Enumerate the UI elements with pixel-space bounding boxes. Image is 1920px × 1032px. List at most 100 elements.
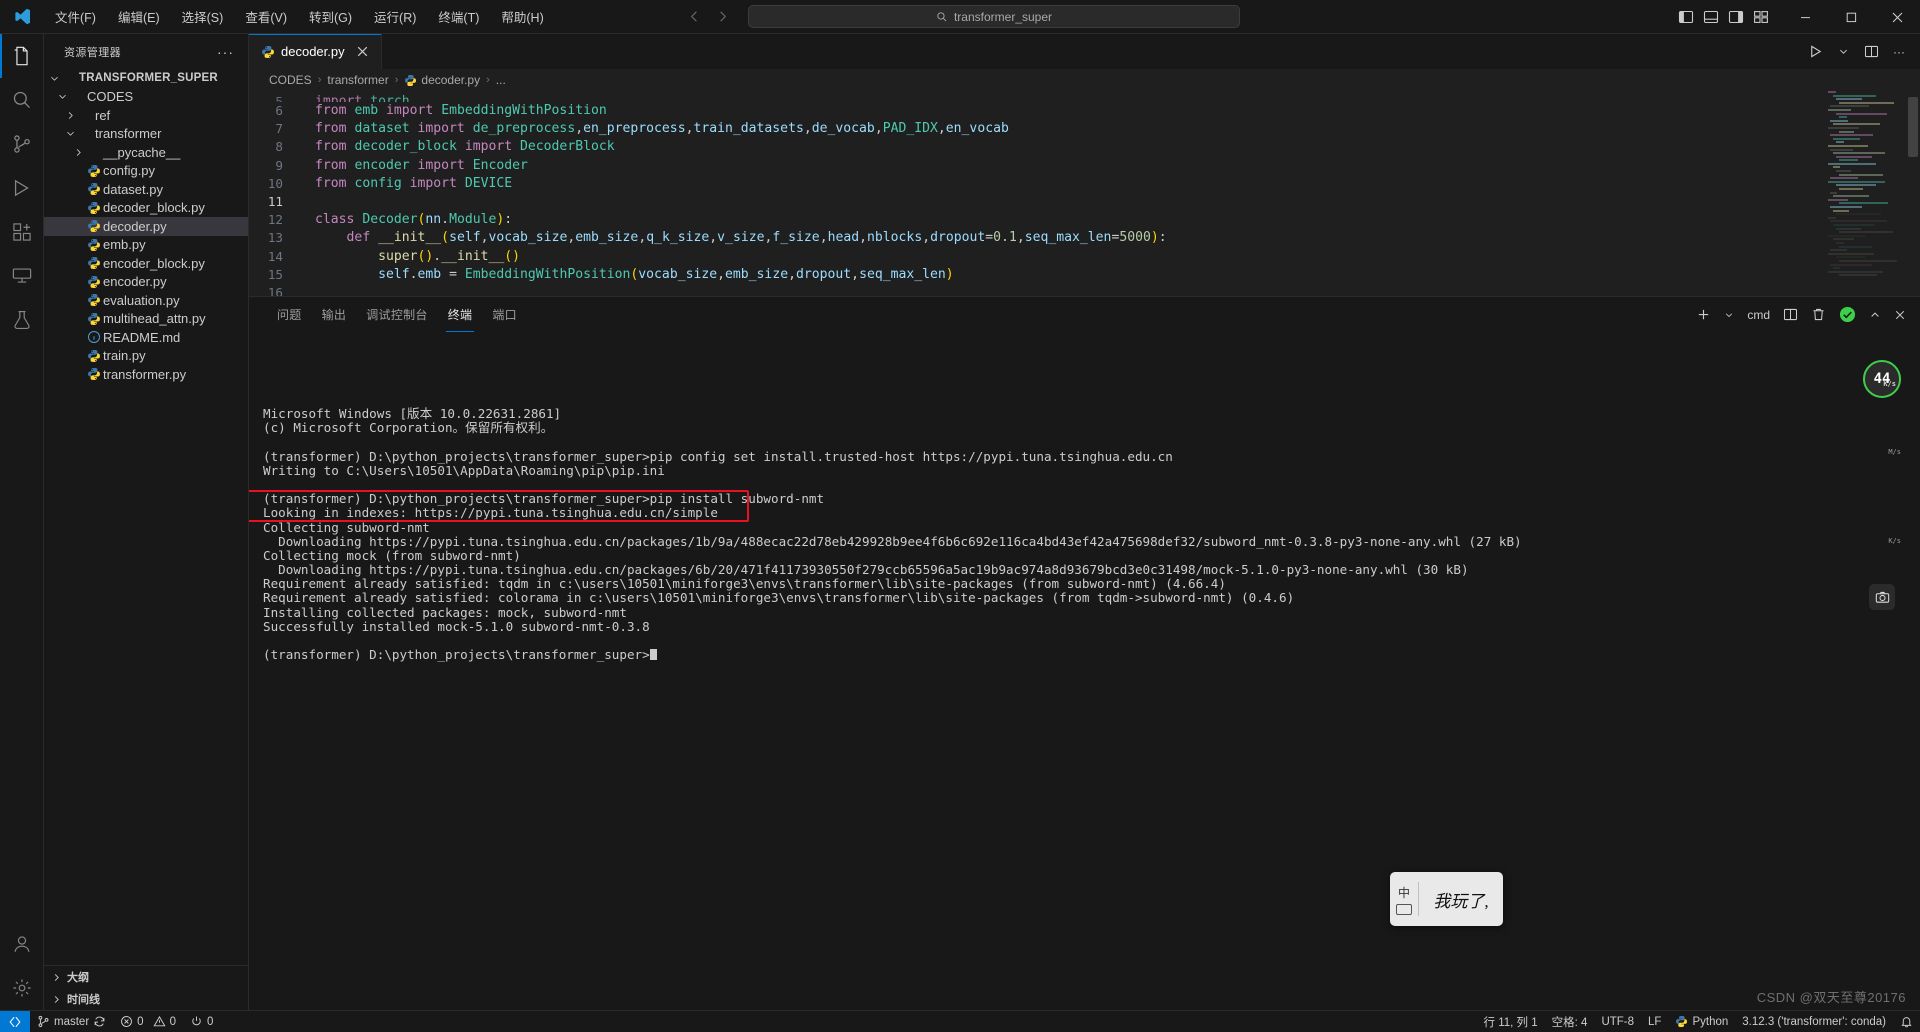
ime-mode-group[interactable]: 中 bbox=[1390, 884, 1418, 915]
bell-icon[interactable] bbox=[1893, 1011, 1920, 1032]
menu-selection[interactable]: 选择(S) bbox=[171, 3, 235, 30]
activity-extensions[interactable] bbox=[0, 210, 44, 254]
split-editor-icon[interactable] bbox=[1858, 39, 1884, 65]
menu-view[interactable]: 查看(V) bbox=[234, 3, 298, 30]
activity-run-debug[interactable] bbox=[0, 166, 44, 210]
keyboard-icon[interactable] bbox=[1396, 904, 1412, 915]
status-eol[interactable]: LF bbox=[1641, 1011, 1668, 1032]
tree-item-dataset-py[interactable]: dataset.py bbox=[44, 180, 248, 199]
tree-item-codes[interactable]: CODES bbox=[44, 88, 248, 107]
maximize-button[interactable] bbox=[1828, 0, 1874, 34]
section-outline[interactable]: 大纲 bbox=[44, 966, 248, 988]
scrollbar-thumb[interactable] bbox=[1908, 97, 1918, 157]
terminal-dropdown-icon[interactable] bbox=[1720, 303, 1738, 327]
toggle-secondary-sidebar-icon[interactable] bbox=[1725, 6, 1747, 28]
tab-terminal[interactable]: 终端 bbox=[438, 297, 483, 332]
tab-output[interactable]: 输出 bbox=[312, 297, 357, 332]
tree-item-decoder-block-py[interactable]: decoder_block.py bbox=[44, 199, 248, 218]
breadcrumb-symbol[interactable]: ... bbox=[496, 73, 506, 87]
tree-item-train-py[interactable]: train.py bbox=[44, 347, 248, 366]
status-interpreter[interactable]: 3.12.3 ('transformer': conda) bbox=[1735, 1011, 1893, 1032]
close-button[interactable] bbox=[1874, 0, 1920, 34]
tree-item-decoder-py[interactable]: decoder.py bbox=[44, 217, 248, 236]
terminal-line: Writing to C:\Users\10501\AppData\Roamin… bbox=[263, 464, 1920, 478]
chevron-up-icon[interactable] bbox=[1865, 303, 1885, 327]
terminal-output[interactable]: 44 K/s 2.0 M/s 53.7 K/s bbox=[249, 332, 1920, 1010]
menu-run[interactable]: 运行(R) bbox=[363, 3, 427, 30]
title-center-group: transformer_super bbox=[680, 5, 1240, 28]
activity-settings-gear-icon[interactable] bbox=[0, 966, 44, 1010]
menu-help[interactable]: 帮助(H) bbox=[490, 3, 554, 30]
chevron-down-icon[interactable] bbox=[1830, 39, 1856, 65]
line-number: 13 bbox=[249, 229, 305, 247]
status-problems[interactable]: 0 0 bbox=[113, 1011, 183, 1032]
activity-accounts[interactable] bbox=[0, 922, 44, 966]
tree-item-ref[interactable]: ref bbox=[44, 106, 248, 125]
status-ports[interactable]: 0 bbox=[183, 1011, 220, 1032]
customize-layout-icon[interactable] bbox=[1750, 6, 1772, 28]
code-line-10: 10from config import DEVICE bbox=[249, 175, 1920, 193]
command-center-search[interactable]: transformer_super bbox=[748, 5, 1240, 28]
close-panel-icon[interactable] bbox=[1890, 303, 1910, 327]
tab-decoder-py[interactable]: decoder.py bbox=[249, 34, 382, 69]
ime-candidate-widget[interactable]: 中 我玩了, bbox=[1390, 872, 1503, 926]
chevron-right-icon[interactable] bbox=[64, 110, 77, 121]
split-terminal-icon[interactable] bbox=[1779, 303, 1802, 327]
menu-terminal[interactable]: 终端(T) bbox=[427, 3, 490, 30]
tree-item-encoder-block-py[interactable]: encoder_block.py bbox=[44, 254, 248, 273]
activity-explorer[interactable] bbox=[0, 34, 44, 78]
toggle-panel-icon[interactable] bbox=[1700, 6, 1722, 28]
camera-icon[interactable] bbox=[1869, 584, 1895, 610]
more-actions-icon[interactable]: ··· bbox=[1886, 39, 1912, 65]
check-icon[interactable] bbox=[1835, 303, 1860, 327]
menu-edit[interactable]: 编辑(E) bbox=[107, 3, 171, 30]
run-icon[interactable] bbox=[1802, 39, 1828, 65]
activity-search[interactable] bbox=[0, 78, 44, 122]
menu-go[interactable]: 转到(G) bbox=[298, 3, 363, 30]
tree-item---pycache--[interactable]: __pycache__ bbox=[44, 143, 248, 162]
toggle-primary-sidebar-icon[interactable] bbox=[1675, 6, 1697, 28]
remote-indicator-icon[interactable] bbox=[0, 1011, 30, 1032]
tree-item-evaluation-py[interactable]: evaluation.py bbox=[44, 291, 248, 310]
section-timeline[interactable]: 时间线 bbox=[44, 988, 248, 1010]
code-editor[interactable]: 5import torch6from emb import EmbeddingW… bbox=[249, 91, 1920, 296]
status-indentation[interactable]: 空格: 4 bbox=[1545, 1011, 1595, 1032]
tree-item-transformer[interactable]: transformer bbox=[44, 125, 248, 144]
tree-item-readme-md[interactable]: README.md bbox=[44, 328, 248, 347]
terminal-line: Successfully installed mock-5.1.0 subwor… bbox=[263, 620, 1920, 634]
tree-item-transformer-super[interactable]: TRANSFORMER_SUPER bbox=[44, 69, 248, 88]
chevron-down-icon[interactable] bbox=[48, 73, 61, 84]
minimize-button[interactable] bbox=[1782, 0, 1828, 34]
network-speed-widget[interactable]: 44 K/s 2.0 M/s 53.7 K/s bbox=[1862, 360, 1902, 610]
tab-problems[interactable]: 问题 bbox=[267, 297, 312, 332]
tree-item-multihead-attn-py[interactable]: multihead_attn.py bbox=[44, 310, 248, 329]
tree-item-transformer-py[interactable]: transformer.py bbox=[44, 365, 248, 384]
chevron-down-icon[interactable] bbox=[64, 128, 77, 139]
status-cursor-position[interactable]: 行 11, 列 1 bbox=[1477, 1011, 1545, 1032]
chevron-down-icon[interactable] bbox=[56, 91, 69, 102]
activity-source-control[interactable] bbox=[0, 122, 44, 166]
status-encoding[interactable]: UTF-8 bbox=[1594, 1011, 1641, 1032]
status-language-mode[interactable]: Python bbox=[1668, 1011, 1735, 1032]
activity-remote-explorer[interactable] bbox=[0, 254, 44, 298]
tree-item-config-py[interactable]: config.py bbox=[44, 162, 248, 181]
more-actions-icon[interactable]: ··· bbox=[211, 44, 240, 60]
tree-item-encoder-py[interactable]: encoder.py bbox=[44, 273, 248, 292]
breadcrumb-codes[interactable]: CODES bbox=[269, 73, 312, 87]
arrow-right-icon[interactable] bbox=[708, 6, 736, 28]
editor-scrollbar[interactable] bbox=[1906, 91, 1920, 296]
close-icon[interactable] bbox=[355, 44, 371, 60]
menu-file[interactable]: 文件(F) bbox=[44, 3, 107, 30]
tab-ports[interactable]: 端口 bbox=[482, 297, 527, 332]
trash-icon[interactable] bbox=[1807, 303, 1830, 327]
tab-debug-console[interactable]: 调试控制台 bbox=[356, 297, 438, 332]
tree-item-emb-py[interactable]: emb.py bbox=[44, 236, 248, 255]
breadcrumb-transformer[interactable]: transformer bbox=[327, 73, 388, 87]
breadcrumb-decoder-py[interactable]: decoder.py bbox=[421, 73, 480, 87]
activity-testing[interactable] bbox=[0, 298, 44, 342]
arrow-left-icon[interactable] bbox=[680, 6, 708, 28]
status-branch[interactable]: master bbox=[30, 1011, 113, 1032]
chevron-right-icon[interactable] bbox=[72, 147, 85, 158]
new-terminal-button[interactable] bbox=[1692, 303, 1715, 327]
terminal-line: (transformer) D:\python_projects\transfo… bbox=[263, 450, 1920, 464]
